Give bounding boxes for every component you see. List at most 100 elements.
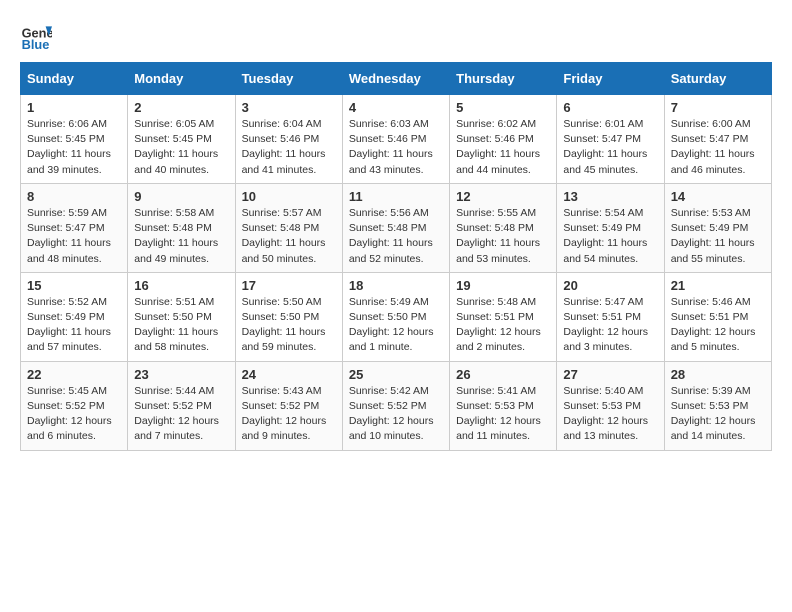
sunset-text: Sunset: 5:45 PM (134, 133, 212, 145)
daylight-text: Daylight: 11 hours and 52 minutes. (349, 237, 433, 264)
svg-text:Blue: Blue (22, 37, 50, 52)
daylight-text: Daylight: 11 hours and 41 minutes. (242, 148, 326, 175)
day-info: Sunrise: 5:52 AM Sunset: 5:49 PM Dayligh… (27, 295, 121, 356)
calendar-cell: 3 Sunrise: 6:04 AM Sunset: 5:46 PM Dayli… (235, 95, 342, 184)
day-info: Sunrise: 6:05 AM Sunset: 5:45 PM Dayligh… (134, 117, 228, 178)
calendar-cell: 27 Sunrise: 5:40 AM Sunset: 5:53 PM Dayl… (557, 361, 664, 450)
day-info: Sunrise: 5:39 AM Sunset: 5:53 PM Dayligh… (671, 384, 765, 445)
sunset-text: Sunset: 5:53 PM (456, 400, 534, 412)
daylight-text: Daylight: 11 hours and 39 minutes. (27, 148, 111, 175)
day-info: Sunrise: 5:41 AM Sunset: 5:53 PM Dayligh… (456, 384, 550, 445)
day-number: 17 (242, 278, 336, 293)
day-number: 9 (134, 189, 228, 204)
day-info: Sunrise: 5:53 AM Sunset: 5:49 PM Dayligh… (671, 206, 765, 267)
daylight-text: Daylight: 11 hours and 53 minutes. (456, 237, 540, 264)
sunset-text: Sunset: 5:47 PM (671, 133, 749, 145)
daylight-text: Daylight: 12 hours and 10 minutes. (349, 415, 434, 442)
calendar-cell: 24 Sunrise: 5:43 AM Sunset: 5:52 PM Dayl… (235, 361, 342, 450)
sunrise-text: Sunrise: 5:53 AM (671, 207, 751, 219)
sunrise-text: Sunrise: 5:42 AM (349, 385, 429, 397)
day-number: 10 (242, 189, 336, 204)
weekday-header: Tuesday (235, 63, 342, 95)
sunrise-text: Sunrise: 5:52 AM (27, 296, 107, 308)
sunrise-text: Sunrise: 5:57 AM (242, 207, 322, 219)
day-info: Sunrise: 5:49 AM Sunset: 5:50 PM Dayligh… (349, 295, 443, 356)
day-info: Sunrise: 5:59 AM Sunset: 5:47 PM Dayligh… (27, 206, 121, 267)
day-info: Sunrise: 6:04 AM Sunset: 5:46 PM Dayligh… (242, 117, 336, 178)
day-info: Sunrise: 5:51 AM Sunset: 5:50 PM Dayligh… (134, 295, 228, 356)
sunset-text: Sunset: 5:48 PM (134, 222, 212, 234)
daylight-text: Daylight: 11 hours and 44 minutes. (456, 148, 540, 175)
sunrise-text: Sunrise: 5:59 AM (27, 207, 107, 219)
day-info: Sunrise: 5:42 AM Sunset: 5:52 PM Dayligh… (349, 384, 443, 445)
daylight-text: Daylight: 12 hours and 7 minutes. (134, 415, 219, 442)
sunrise-text: Sunrise: 6:02 AM (456, 118, 536, 130)
calendar-cell: 16 Sunrise: 5:51 AM Sunset: 5:50 PM Dayl… (128, 272, 235, 361)
calendar-week-row: 8 Sunrise: 5:59 AM Sunset: 5:47 PM Dayli… (21, 183, 772, 272)
calendar-table: SundayMondayTuesdayWednesdayThursdayFrid… (20, 62, 772, 451)
calendar-cell: 2 Sunrise: 6:05 AM Sunset: 5:45 PM Dayli… (128, 95, 235, 184)
day-info: Sunrise: 5:58 AM Sunset: 5:48 PM Dayligh… (134, 206, 228, 267)
calendar-cell: 11 Sunrise: 5:56 AM Sunset: 5:48 PM Dayl… (342, 183, 449, 272)
calendar-cell: 22 Sunrise: 5:45 AM Sunset: 5:52 PM Dayl… (21, 361, 128, 450)
daylight-text: Daylight: 12 hours and 1 minute. (349, 326, 434, 353)
daylight-text: Daylight: 12 hours and 11 minutes. (456, 415, 541, 442)
sunrise-text: Sunrise: 5:51 AM (134, 296, 214, 308)
day-number: 22 (27, 367, 121, 382)
calendar-cell: 26 Sunrise: 5:41 AM Sunset: 5:53 PM Dayl… (450, 361, 557, 450)
day-number: 5 (456, 100, 550, 115)
sunset-text: Sunset: 5:53 PM (563, 400, 641, 412)
sunrise-text: Sunrise: 5:55 AM (456, 207, 536, 219)
day-number: 24 (242, 367, 336, 382)
calendar-cell: 14 Sunrise: 5:53 AM Sunset: 5:49 PM Dayl… (664, 183, 771, 272)
daylight-text: Daylight: 11 hours and 46 minutes. (671, 148, 755, 175)
calendar-cell: 21 Sunrise: 5:46 AM Sunset: 5:51 PM Dayl… (664, 272, 771, 361)
sunset-text: Sunset: 5:51 PM (456, 311, 534, 323)
day-info: Sunrise: 6:03 AM Sunset: 5:46 PM Dayligh… (349, 117, 443, 178)
calendar-cell: 4 Sunrise: 6:03 AM Sunset: 5:46 PM Dayli… (342, 95, 449, 184)
sunrise-text: Sunrise: 5:58 AM (134, 207, 214, 219)
weekday-header: Wednesday (342, 63, 449, 95)
daylight-text: Daylight: 11 hours and 59 minutes. (242, 326, 326, 353)
sunset-text: Sunset: 5:48 PM (349, 222, 427, 234)
page-header: General Blue (20, 20, 772, 52)
day-number: 25 (349, 367, 443, 382)
sunrise-text: Sunrise: 5:39 AM (671, 385, 751, 397)
sunrise-text: Sunrise: 5:50 AM (242, 296, 322, 308)
day-info: Sunrise: 5:40 AM Sunset: 5:53 PM Dayligh… (563, 384, 657, 445)
day-number: 18 (349, 278, 443, 293)
sunset-text: Sunset: 5:49 PM (27, 311, 105, 323)
sunset-text: Sunset: 5:52 PM (27, 400, 105, 412)
daylight-text: Daylight: 12 hours and 5 minutes. (671, 326, 756, 353)
day-info: Sunrise: 6:00 AM Sunset: 5:47 PM Dayligh… (671, 117, 765, 178)
day-number: 14 (671, 189, 765, 204)
sunrise-text: Sunrise: 6:04 AM (242, 118, 322, 130)
day-number: 26 (456, 367, 550, 382)
sunset-text: Sunset: 5:50 PM (349, 311, 427, 323)
sunrise-text: Sunrise: 6:05 AM (134, 118, 214, 130)
day-info: Sunrise: 5:54 AM Sunset: 5:49 PM Dayligh… (563, 206, 657, 267)
calendar-cell: 23 Sunrise: 5:44 AM Sunset: 5:52 PM Dayl… (128, 361, 235, 450)
daylight-text: Daylight: 12 hours and 6 minutes. (27, 415, 112, 442)
calendar-cell: 8 Sunrise: 5:59 AM Sunset: 5:47 PM Dayli… (21, 183, 128, 272)
daylight-text: Daylight: 11 hours and 55 minutes. (671, 237, 755, 264)
day-info: Sunrise: 5:48 AM Sunset: 5:51 PM Dayligh… (456, 295, 550, 356)
sunrise-text: Sunrise: 6:06 AM (27, 118, 107, 130)
sunset-text: Sunset: 5:52 PM (242, 400, 320, 412)
daylight-text: Daylight: 11 hours and 50 minutes. (242, 237, 326, 264)
weekday-header: Monday (128, 63, 235, 95)
day-info: Sunrise: 5:50 AM Sunset: 5:50 PM Dayligh… (242, 295, 336, 356)
calendar-cell: 19 Sunrise: 5:48 AM Sunset: 5:51 PM Dayl… (450, 272, 557, 361)
day-info: Sunrise: 5:46 AM Sunset: 5:51 PM Dayligh… (671, 295, 765, 356)
calendar-cell: 6 Sunrise: 6:01 AM Sunset: 5:47 PM Dayli… (557, 95, 664, 184)
calendar-cell: 18 Sunrise: 5:49 AM Sunset: 5:50 PM Dayl… (342, 272, 449, 361)
daylight-text: Daylight: 11 hours and 54 minutes. (563, 237, 647, 264)
day-info: Sunrise: 6:02 AM Sunset: 5:46 PM Dayligh… (456, 117, 550, 178)
sunset-text: Sunset: 5:49 PM (671, 222, 749, 234)
daylight-text: Daylight: 12 hours and 14 minutes. (671, 415, 756, 442)
calendar-cell: 5 Sunrise: 6:02 AM Sunset: 5:46 PM Dayli… (450, 95, 557, 184)
daylight-text: Daylight: 11 hours and 48 minutes. (27, 237, 111, 264)
sunset-text: Sunset: 5:52 PM (134, 400, 212, 412)
calendar-cell: 17 Sunrise: 5:50 AM Sunset: 5:50 PM Dayl… (235, 272, 342, 361)
daylight-text: Daylight: 11 hours and 45 minutes. (563, 148, 647, 175)
